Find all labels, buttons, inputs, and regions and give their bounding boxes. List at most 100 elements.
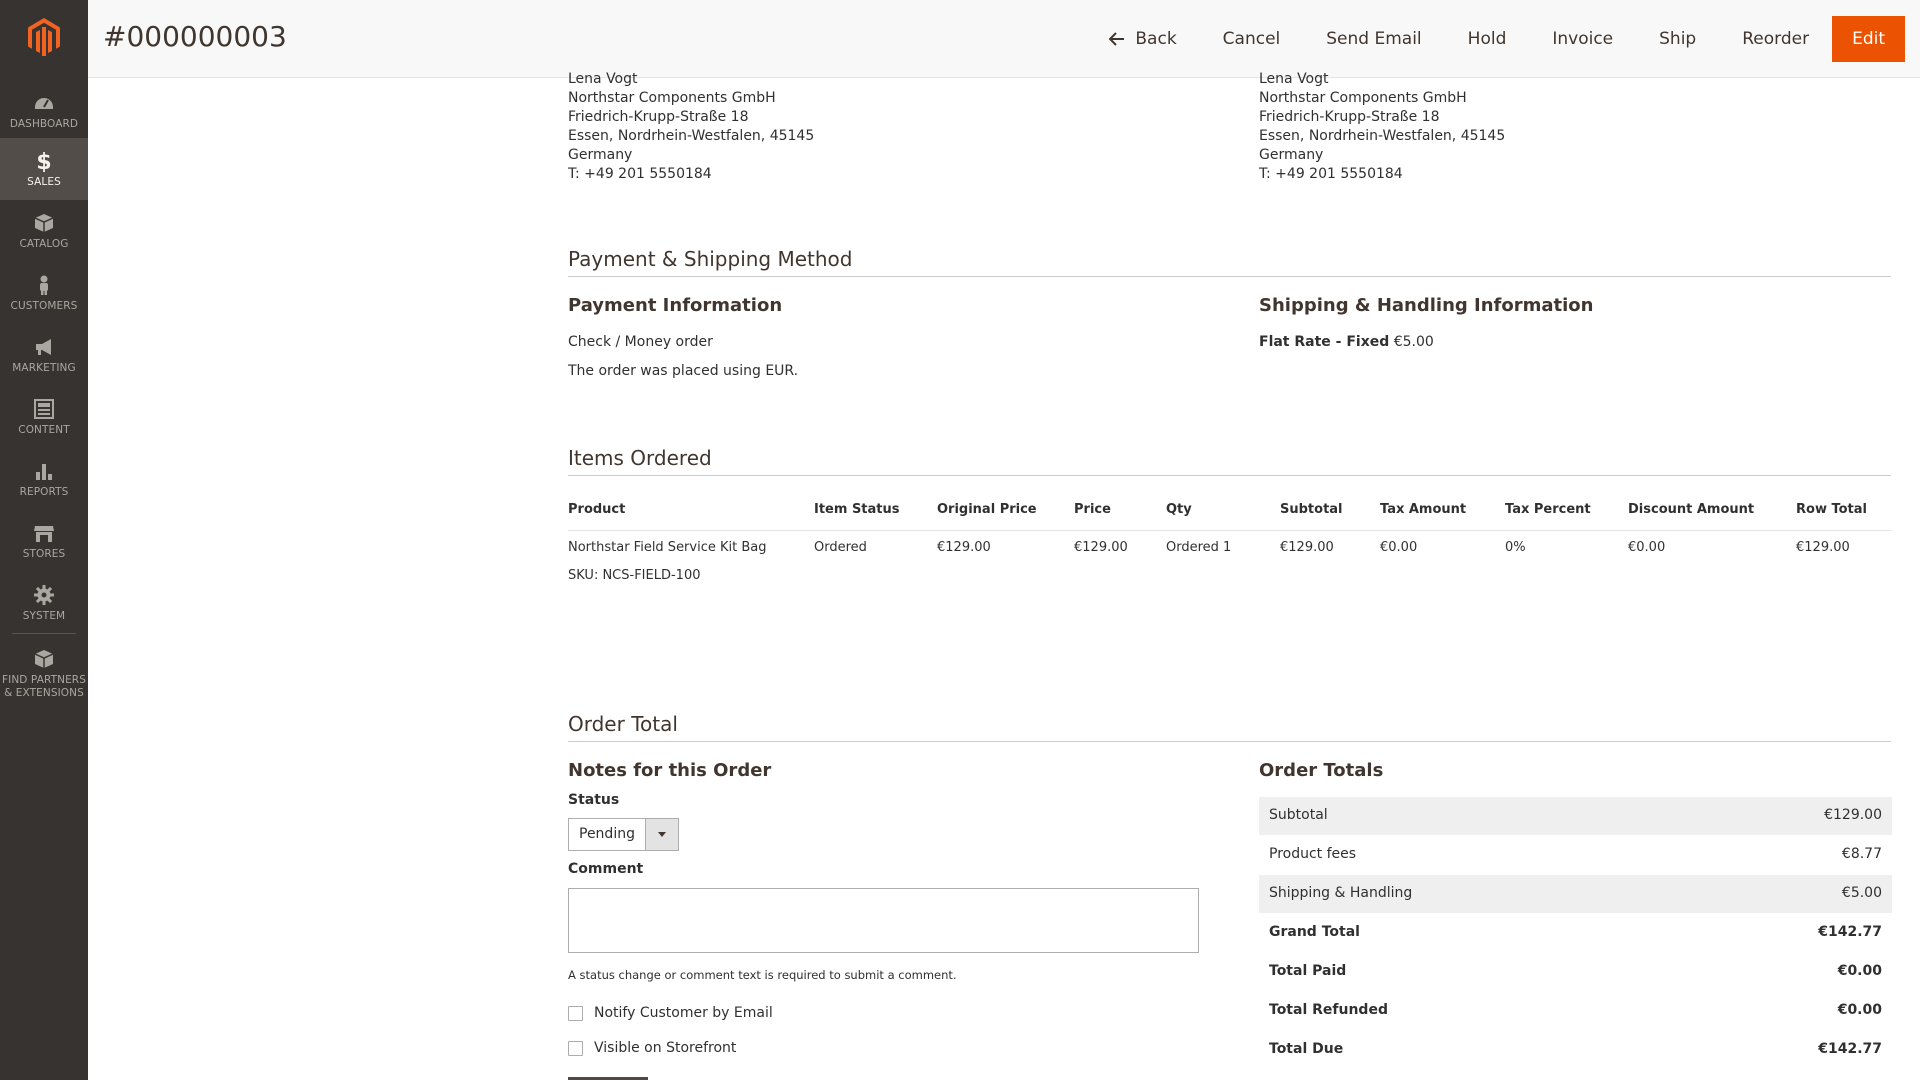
page-header: #000000003 Back Cancel Send Email Hold I…	[88, 0, 1920, 78]
totals-value: €0.00	[1837, 1002, 1882, 1018]
totals-row-total-due: Total Due €142.77	[1259, 1031, 1892, 1069]
page-actions: Back Cancel Send Email Hold Invoice Ship…	[1086, 16, 1905, 62]
arrow-left-icon	[1109, 32, 1125, 46]
totals-label: Total Paid	[1269, 963, 1347, 979]
page-title: #000000003	[103, 20, 287, 53]
payment-method: Check / Money order	[568, 334, 713, 350]
address-phone: T: +49 201 5550184	[568, 166, 712, 182]
column-header-subtotal: Subtotal	[1280, 502, 1343, 517]
sidebar-item-label: CATALOG	[19, 238, 69, 250]
visible-storefront-label: Visible on Storefront	[594, 1040, 737, 1056]
address-name: Lena Vogt	[568, 71, 638, 87]
address-phone: T: +49 201 5550184	[1259, 166, 1403, 182]
billing-address: Lena Vogt Northstar Components GmbH Frie…	[568, 70, 814, 184]
address-street: Friedrich-Krupp-Straße 18	[568, 109, 749, 125]
chevron-down-icon	[645, 819, 678, 850]
address-name: Lena Vogt	[1259, 71, 1329, 87]
section-divider	[568, 741, 1891, 742]
shipping-method-price: €5.00	[1393, 334, 1434, 350]
sidebar-item-dashboard[interactable]: DASHBOARD	[0, 80, 88, 142]
status-label: Status	[568, 792, 620, 808]
payment-shipping-section-title: Payment & Shipping Method	[568, 247, 853, 271]
sidebar-item-sales[interactable]: $ SALES	[0, 138, 88, 200]
svg-text:$: $	[36, 150, 51, 172]
totals-value: €5.00	[1841, 885, 1882, 901]
bar-chart-icon	[36, 464, 52, 480]
address-street: Friedrich-Krupp-Straße 18	[1259, 109, 1440, 125]
layout-icon	[34, 399, 54, 419]
totals-value: €129.00	[1824, 807, 1882, 823]
partners-box-icon	[34, 650, 54, 668]
comment-textarea[interactable]	[568, 888, 1199, 953]
shipping-method: Flat Rate - Fixed €5.00	[1259, 334, 1434, 350]
store-icon	[34, 526, 54, 542]
box-icon	[34, 214, 54, 232]
row-total: €129.00	[1796, 540, 1850, 555]
dashboard-icon	[35, 98, 53, 109]
address-country: Germany	[568, 147, 633, 163]
sidebar-item-content[interactable]: CONTENT	[0, 386, 88, 448]
subtotal: €129.00	[1280, 540, 1334, 555]
send-email-button[interactable]: Send Email	[1303, 16, 1444, 62]
megaphone-icon	[36, 339, 51, 355]
totals-label: Total Refunded	[1269, 1002, 1388, 1018]
address-city: Essen, Nordrhein-Westfalen, 45145	[1259, 128, 1506, 144]
totals-value: €8.77	[1841, 846, 1882, 862]
notify-customer-checkbox[interactable]	[568, 1006, 583, 1021]
sidebar-item-label: DASHBOARD	[9, 118, 79, 130]
sidebar-item-reports[interactable]: REPORTS	[0, 448, 88, 510]
status-select[interactable]: Pending	[568, 818, 679, 851]
sidebar-item-label: SYSTEM	[22, 610, 66, 622]
ship-button[interactable]: Ship	[1636, 16, 1719, 62]
qty: Ordered 1	[1166, 540, 1232, 555]
admin-sidebar: DASHBOARD $ SALES CATALOG CUSTOMERS MARK…	[0, 0, 88, 1080]
sidebar-item-label: MARKETING	[12, 362, 76, 374]
invoice-button[interactable]: Invoice	[1529, 16, 1636, 62]
section-divider	[568, 276, 1891, 277]
totals-value: €142.77	[1818, 924, 1882, 940]
sidebar-item-system[interactable]: SYSTEM	[0, 572, 88, 634]
sidebar-item-catalog[interactable]: CATALOG	[0, 200, 88, 262]
product-sku: SKU: NCS-FIELD-100	[568, 568, 701, 583]
items-ordered-section-title: Items Ordered	[568, 446, 712, 470]
totals-label: Product fees	[1269, 846, 1357, 862]
column-header-row-total: Row Total	[1796, 502, 1867, 517]
magento-logo-icon[interactable]	[28, 18, 60, 56]
payment-information-title: Payment Information	[568, 295, 783, 316]
sidebar-item-customers[interactable]: CUSTOMERS	[0, 262, 88, 324]
column-header-qty: Qty	[1166, 502, 1192, 517]
totals-row-total-paid: Total Paid €0.00	[1259, 953, 1892, 991]
table-header-divider	[568, 530, 1891, 531]
visible-storefront-checkbox[interactable]	[568, 1041, 583, 1056]
order-total-section-title: Order Total	[568, 712, 678, 736]
discount-amount: €0.00	[1628, 540, 1666, 555]
totals-row: Product fees €8.77	[1259, 836, 1892, 874]
sidebar-item-stores[interactable]: STORES	[0, 510, 88, 572]
totals-label: Shipping & Handling	[1269, 885, 1413, 901]
column-header-discount-amount: Discount Amount	[1628, 502, 1755, 517]
column-header-tax-percent: Tax Percent	[1505, 502, 1591, 517]
sidebar-item-partners[interactable]: FIND PARTNERS & EXTENSIONS	[0, 636, 88, 706]
back-button-label: Back	[1135, 29, 1177, 49]
column-header-original-price: Original Price	[937, 502, 1037, 517]
sidebar-item-label: STORES	[22, 548, 66, 560]
totals-value: €0.00	[1837, 963, 1882, 979]
hold-button[interactable]: Hold	[1445, 16, 1530, 62]
cancel-button[interactable]: Cancel	[1200, 16, 1304, 62]
original-price: €129.00	[937, 540, 991, 555]
column-header-item-status: Item Status	[814, 502, 900, 517]
sidebar-item-label: & EXTENSIONS	[4, 687, 84, 699]
totals-label: Grand Total	[1269, 924, 1360, 940]
reorder-button[interactable]: Reorder	[1719, 16, 1832, 62]
comment-hint: A status change or comment text is requi…	[568, 968, 957, 982]
tax-amount: €0.00	[1380, 540, 1418, 555]
item-status: Ordered	[814, 540, 867, 555]
column-header-tax-amount: Tax Amount	[1380, 502, 1467, 517]
back-button[interactable]: Back	[1086, 16, 1199, 62]
address-country: Germany	[1259, 147, 1324, 163]
column-header-product: Product	[568, 502, 626, 517]
edit-button[interactable]: Edit	[1832, 16, 1905, 62]
notify-customer-label: Notify Customer by Email	[594, 1005, 773, 1021]
sidebar-item-marketing[interactable]: MARKETING	[0, 324, 88, 386]
order-totals-title: Order Totals	[1259, 760, 1384, 781]
